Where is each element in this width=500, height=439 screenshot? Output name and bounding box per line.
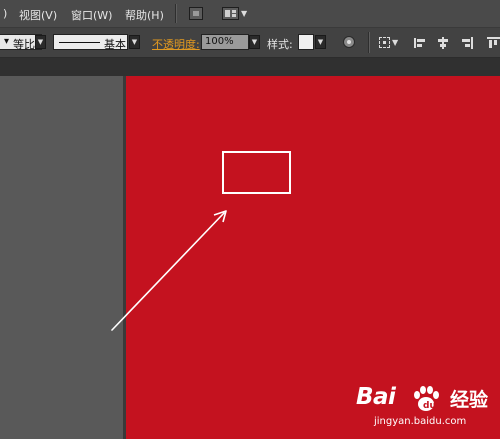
watermark-site: jingyan.baidu.com <box>374 416 467 427</box>
baidu-watermark: Bai du 经验 jingyan.baidu.com <box>356 382 498 436</box>
watermark-brand-suffix: 经验 <box>450 389 489 411</box>
svg-text:du: du <box>423 401 436 411</box>
annotation-arrow <box>111 210 227 331</box>
watermark-brand: Bai <box>356 384 396 410</box>
paw-logo-icon: du <box>414 386 439 411</box>
